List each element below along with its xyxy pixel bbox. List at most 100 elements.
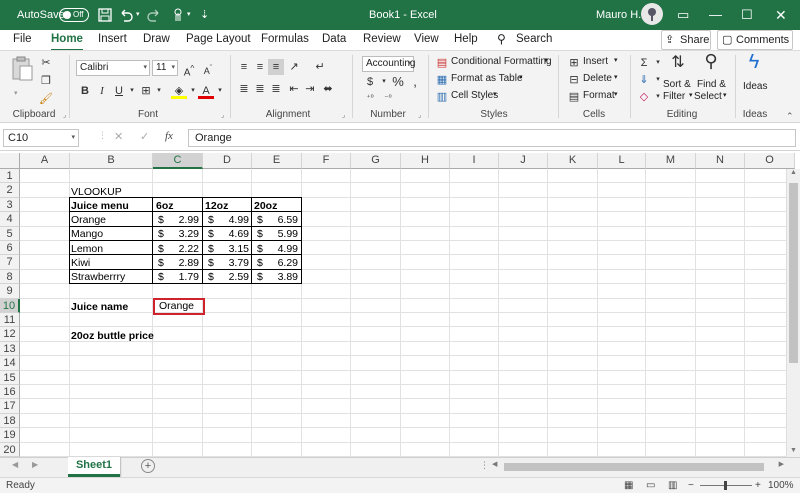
cell-C8[interactable]: 1.79 [153,270,199,284]
zoom-level[interactable]: 100% [768,478,794,493]
conditional-formatting-label[interactable]: Conditional Formatting [451,56,552,67]
wrap-text-icon[interactable]: ↵ [312,59,328,75]
font-launcher-icon[interactable]: ⌟ [221,111,224,119]
tab-file[interactable]: File [13,30,32,50]
sort-filter-label-1[interactable]: Sort & [663,79,691,90]
borders-dropdown-icon[interactable]: ▾ [151,83,167,99]
tab-home[interactable]: Home [51,30,83,51]
format-as-table-icon[interactable]: ▦ [434,72,450,88]
row-header-6[interactable]: 6 [0,241,20,256]
cancel-icon[interactable]: ✕ [114,130,123,143]
cell-C6[interactable]: 2.22 [153,242,199,256]
align-center-icon[interactable]: ≣ [252,81,268,97]
row-header-4[interactable]: 4 [0,212,20,227]
italic-icon[interactable]: I [94,83,110,99]
find-select-label-1[interactable]: Find & [697,79,726,90]
select-all-button[interactable] [0,153,20,169]
cell-E6[interactable]: 4.99 [252,242,298,256]
orientation-icon[interactable]: ↗ [286,59,302,75]
tab-insert[interactable]: Insert [98,30,127,50]
copy-icon[interactable]: ❐ [38,73,54,89]
search-icon[interactable]: ⚲ [497,30,506,50]
font-color-dropdown-icon[interactable]: ▾ [212,83,228,99]
insert-cells-icon[interactable]: ⊞ [566,55,582,71]
maximize-icon[interactable]: ☐ [741,0,753,30]
next-sheet-icon[interactable]: ▶ [32,460,38,469]
tab-formulas[interactable]: Formulas [261,30,309,50]
increase-font-icon[interactable]: A^ [181,60,197,78]
decrease-font-icon[interactable]: Aˇ [200,60,216,76]
align-left-icon[interactable]: ≣ [236,81,252,97]
search-label[interactable]: Search [516,30,552,50]
scroll-up-icon[interactable]: ▲ [790,169,797,176]
page-break-view-icon[interactable]: ▥ [668,478,677,493]
clipboard-launcher-icon[interactable]: ⌟ [63,111,66,119]
tab-view[interactable]: View [414,30,439,50]
split-handle-icon[interactable]: ⋮ [480,460,489,471]
column-header-K[interactable]: K [548,153,598,169]
row-header-15[interactable]: 15 [0,370,20,385]
sheet-tab-sheet1[interactable]: Sheet1 [68,457,120,477]
cell-B6[interactable]: Lemon [71,242,103,256]
column-header-L[interactable]: L [598,153,646,169]
cell-B7[interactable]: Kiwi [71,256,90,270]
cell-B10[interactable]: Juice name [71,300,128,314]
cell-E8[interactable]: 3.89 [252,270,298,284]
cell-B8[interactable]: Strawberrry [71,270,125,284]
percent-icon[interactable]: % [390,74,406,90]
cell-C4[interactable]: 2.99 [153,213,199,227]
tab-help[interactable]: Help [454,30,478,50]
find-select-label-2[interactable]: Select [694,91,722,102]
prev-sheet-icon[interactable]: ◀ [12,460,18,469]
enter-icon[interactable]: ✓ [140,130,149,143]
autosave-toggle[interactable]: Off [59,8,89,22]
column-header-B[interactable]: B [70,153,153,169]
column-header-D[interactable]: D [203,153,252,169]
column-header-F[interactable]: F [302,153,351,169]
number-launcher-icon[interactable]: ⌟ [418,111,421,119]
align-right-icon[interactable]: ≣ [268,81,284,97]
delete-cells-icon[interactable]: ⊟ [566,72,582,88]
scroll-left-icon[interactable]: ◀ [492,460,497,468]
touch-dropdown-icon[interactable]: ▾ [187,0,191,30]
cell-C10[interactable]: Orange [159,299,194,313]
ribbon-display-icon[interactable]: ▭ [677,0,689,30]
align-bottom-icon[interactable]: ≡ [268,59,284,75]
row-header-9[interactable]: 9 [0,284,20,299]
align-top-icon[interactable]: ≡ [236,59,252,75]
cell-styles-label[interactable]: Cell Styles [451,90,498,101]
format-cells-icon[interactable]: ▤ [566,89,582,105]
touch-mode-icon[interactable] [170,7,186,23]
cell-B4[interactable]: Orange [71,213,106,227]
redo-icon[interactable] [146,7,162,23]
minimize-icon[interactable]: — [709,0,722,30]
column-header-A[interactable]: A [20,153,70,169]
worksheet-grid[interactable]: ABCDEFGHIJKLMNO 1 2 3 4 5 6 7 8 9 10 11 12 13 14 15 16 1… [0,153,800,457]
zoom-slider[interactable] [700,481,752,490]
formula-input[interactable]: Orange [188,129,796,147]
vertical-scrollbar[interactable]: ▲ ▼ [786,169,800,457]
normal-view-icon[interactable]: ▦ [624,478,633,493]
zoom-out-icon[interactable]: − [688,478,694,493]
cell-E4[interactable]: 6.59 [252,213,298,227]
undo-icon[interactable] [118,7,134,23]
row-header-1[interactable]: 1 [0,169,20,184]
ideas-icon[interactable]: ϟ [744,52,764,72]
column-header-G[interactable]: G [351,153,401,169]
undo-dropdown-icon[interactable]: ▾ [136,0,140,30]
zoom-slider-thumb[interactable] [724,481,727,490]
comments-button[interactable]: ▢ Comments [717,30,793,50]
column-header-I[interactable]: I [450,153,499,169]
add-sheet-icon[interactable]: + [141,459,155,473]
insert-function-icon[interactable]: fx [165,130,173,142]
delete-cells-label[interactable]: Delete [583,73,612,84]
format-cells-label[interactable]: Format [583,90,615,101]
insert-cells-label[interactable]: Insert [583,56,608,67]
bold-icon[interactable]: B [77,83,93,99]
cell-B12[interactable]: 20oz buttle price [71,329,154,343]
increase-indent-icon[interactable]: ⇥ [302,81,318,97]
decrease-decimal-icon[interactable]: ⁻⁰ [380,90,396,106]
cell-E7[interactable]: 6.29 [252,256,298,270]
find-select-icon[interactable]: ⚲ [700,52,722,70]
format-as-table-label[interactable]: Format as Table [451,73,523,84]
